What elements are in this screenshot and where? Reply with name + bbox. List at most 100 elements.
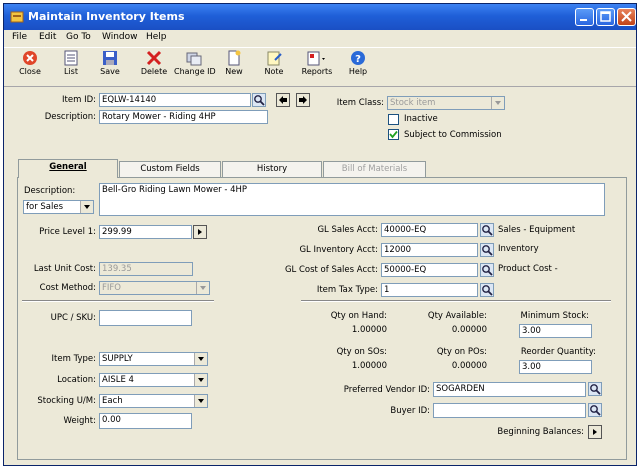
arrow-right-icon [299,96,307,104]
title-bar[interactable]: Maintain Inventory Items [4,4,636,30]
weight-field[interactable]: 0.00 [99,413,192,429]
gl-inventory-lookup-button[interactable] [480,243,494,257]
chevron-down-icon [194,353,207,365]
reorder-qty-field[interactable]: 3.00 [519,360,592,374]
cost-method-value: FIFO [102,283,121,293]
tab-general[interactable]: General [18,159,118,178]
reports-button[interactable]: Reports [294,50,340,84]
tab-history-label: History [256,164,288,174]
preferred-vendor-lookup-button[interactable] [588,382,602,396]
location-label: Location: [57,375,96,385]
maximize-button[interactable] [596,8,615,26]
menu-go-to[interactable]: Go To [66,32,91,42]
gl-cost-label: GL Cost of Sales Acct: [284,265,378,275]
stocking-um-value: Each [102,396,123,406]
close-button[interactable]: Close [10,50,50,84]
checkmark-icon [389,130,398,139]
gl-sales-description: Sales - Equipment [498,225,576,235]
change-id-label: Change ID [174,67,216,76]
maintain-inventory-window: Maintain Inventory Items File Edit Go To… [3,3,637,466]
preferred-vendor-field[interactable]: SOGARDEN [433,382,586,397]
buyer-id-lookup-button[interactable] [588,403,602,417]
save-button[interactable]: Save [90,50,130,84]
item-id-field[interactable]: EQLW-14140 [99,93,251,107]
gl-sales-field[interactable]: 40000-EQ [381,223,478,237]
menu-help[interactable]: Help [146,32,167,42]
previous-record-button[interactable] [276,93,290,107]
close-icon [23,51,37,65]
beginning-balances-button[interactable] [588,425,602,439]
commission-checkbox[interactable] [388,129,399,140]
stocking-um-label: Stocking U/M: [37,396,96,406]
change-id-button[interactable]: Change ID [174,50,216,84]
gl-inventory-field[interactable]: 12000 [381,243,478,257]
change-id-icon [186,52,202,66]
chevron-down-icon [196,282,209,294]
qty-on-sos-label: Qty on SOs: [336,347,387,357]
note-button[interactable]: Note [254,50,294,84]
price-level-field[interactable]: 299.99 [99,225,192,239]
help-icon: ? [351,51,365,65]
minimize-button[interactable] [575,8,594,26]
tab-bill-of-materials: Bill of Materials [323,161,426,177]
last-unit-cost-field: 139.35 [99,262,193,276]
item-type-dropdown[interactable]: SUPPLY [99,352,208,366]
toolbar: Close List Save Delete Change ID New Not… [4,47,636,87]
menu-edit[interactable]: Edit [39,32,56,42]
separator-left [22,300,214,302]
tab-custom-fields[interactable]: Custom Fields [119,161,221,177]
stocking-um-dropdown[interactable]: Each [99,394,208,408]
close-window-button[interactable] [617,8,636,26]
chevron-down-icon [194,374,207,386]
close-icon [621,11,632,22]
new-button[interactable]: New [214,50,254,84]
item-class-dropdown: Stock item [387,96,505,110]
save-icon [103,51,117,65]
min-stock-label: Minimum Stock: [520,311,589,321]
gl-cost-lookup-button[interactable] [480,263,494,277]
description-field[interactable]: Rotary Mower - Riding 4HP [99,110,268,124]
gl-inventory-label: GL Inventory Acct: [299,245,378,255]
tab-custom-fields-label: Custom Fields [140,164,200,174]
gl-cost-field[interactable]: 50000-EQ [381,263,478,277]
list-button[interactable]: List [51,50,91,84]
help-button[interactable]: ? Help [338,50,378,84]
separator-right [301,300,611,302]
description-for-value: for Sales [26,202,64,212]
description-for-dropdown[interactable]: for Sales [23,200,94,214]
gl-sales-lookup-button[interactable] [480,223,494,237]
min-stock-field[interactable]: 3.00 [519,324,592,338]
price-levels-button[interactable] [193,225,207,239]
next-record-button[interactable] [296,93,310,107]
menu-file[interactable]: File [12,32,27,42]
note-icon [267,51,282,66]
tab-general-label: General [49,162,87,172]
upc-field[interactable] [99,310,192,326]
magnifier-icon [254,95,265,106]
new-label: New [225,67,243,76]
cost-method-label: Cost Method: [39,283,96,293]
tab-bill-of-materials-label: Bill of Materials [341,164,408,174]
item-id-lookup-button[interactable] [252,93,266,107]
qty-available-value: 0.00000 [451,325,487,335]
location-dropdown[interactable]: AISLE 4 [99,373,208,387]
chevron-down-icon [194,395,207,407]
delete-label: Delete [140,67,168,76]
magnifier-icon [590,384,601,395]
menu-window[interactable]: Window [102,32,138,42]
buyer-id-label: Buyer ID: [390,406,430,416]
list-label: List [64,67,78,76]
tax-type-lookup-button[interactable] [480,283,494,297]
svg-text:?: ? [355,54,361,65]
location-value: AISLE 4 [102,375,134,385]
tab-history[interactable]: History [222,161,322,177]
item-type-value: SUPPLY [102,354,133,364]
qty-on-hand-label: Qty on Hand: [330,311,387,321]
delete-button[interactable]: Delete [134,50,174,84]
buyer-id-field[interactable] [433,403,586,418]
long-description-field[interactable]: Bell-Gro Riding Lawn Mower - 4HP [99,183,605,216]
inactive-checkbox[interactable] [388,114,399,125]
minimize-icon [580,19,587,21]
tax-type-field[interactable]: 1 [381,283,478,297]
qty-on-pos-label: Qty on POs: [436,347,487,357]
